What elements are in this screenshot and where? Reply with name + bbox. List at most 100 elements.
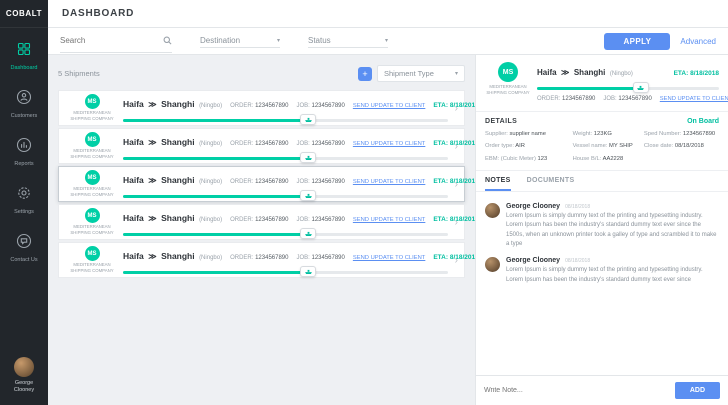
sidebar-user[interactable]: George Clooney bbox=[0, 349, 48, 405]
order-label: ORDER: bbox=[230, 141, 254, 147]
field-value: AIR bbox=[515, 143, 525, 150]
sidebar-item-dashboard[interactable]: Dashboard bbox=[0, 32, 48, 80]
eta-value: 8/18/2018 bbox=[449, 178, 475, 185]
chevron-right-icon: › bbox=[454, 178, 458, 190]
shipment-info: Haifa ≫ Shanghi (Ningbo) ORDER: 12345678… bbox=[119, 208, 475, 239]
shipment-detail-panel: MS Mediterranean Shipping Company Haifa … bbox=[475, 55, 728, 405]
job-value: 1234567890 bbox=[311, 141, 345, 147]
field-label: House B/L: bbox=[572, 155, 602, 162]
field-label: Close date: bbox=[643, 143, 674, 150]
shipment-card[interactable]: MS Mediterranean Shipping Company Haifa … bbox=[58, 242, 475, 278]
shipment-type-select[interactable]: Shipment Type ▾ bbox=[377, 65, 465, 82]
shipment-progress bbox=[123, 114, 448, 125]
progress-fill bbox=[123, 271, 309, 274]
apply-button[interactable]: APPLY bbox=[604, 32, 671, 50]
ship-icon bbox=[632, 82, 649, 93]
sidebar-item-reports[interactable]: Reports bbox=[0, 128, 48, 176]
note-timestamp: 08/18/2018 bbox=[565, 204, 591, 211]
add-note-button[interactable]: ADD bbox=[674, 382, 720, 399]
shipment-company: MS Mediterranean Shipping Company bbox=[65, 170, 119, 198]
destination-city: Shanghi bbox=[161, 213, 195, 223]
sidebar-nav: Dashboard Customers Reports Settings Con… bbox=[0, 32, 48, 272]
search-box[interactable] bbox=[60, 30, 172, 53]
list-header: 5 Shipments + Shipment Type ▾ bbox=[58, 65, 465, 82]
detail-field: Vessel name: MY SHIP bbox=[573, 142, 638, 150]
company-avatar: MS bbox=[84, 208, 100, 224]
ship-icon bbox=[300, 114, 317, 125]
route: Haifa ≫ Shanghi (Ningbo) bbox=[123, 170, 222, 188]
field-value: supplier name bbox=[509, 131, 546, 137]
order-value: 1234567890 bbox=[255, 255, 289, 261]
shipment-card[interactable]: MS Mediterranean Shipping Company Haifa … bbox=[58, 90, 475, 126]
eta-value: 8/18/2018 bbox=[449, 254, 475, 261]
detail-field: Close date: 08/18/2018 bbox=[644, 142, 719, 150]
order-label: ORDER: bbox=[230, 255, 254, 261]
chevron-right-icon: › bbox=[454, 102, 458, 114]
progress-fill bbox=[123, 233, 309, 236]
send-update-link[interactable]: SEND UPDATE TO CLIENT bbox=[660, 96, 728, 102]
eta-label: ETA: bbox=[433, 254, 449, 261]
origin-city: Haifa bbox=[123, 99, 144, 109]
status-select[interactable]: Status ▾ bbox=[308, 34, 388, 48]
order-number: ORDER: 1234567890 bbox=[230, 179, 288, 185]
user-avatar bbox=[14, 356, 34, 377]
sidebar-item-customers[interactable]: Customers bbox=[0, 80, 48, 128]
shipment-card[interactable]: MS Mediterranean Shipping Company Haifa … bbox=[58, 204, 475, 240]
sidebar-item-label: Reports bbox=[14, 161, 34, 167]
company-name: Mediterranean Shipping Company bbox=[70, 110, 114, 121]
shipment-card[interactable]: MS Mediterranean Shipping Company Haifa … bbox=[58, 166, 475, 202]
ship-icon bbox=[300, 152, 317, 163]
details-section: DETAILS On Board Supplier: supplier name… bbox=[476, 112, 728, 172]
company-avatar: MS bbox=[498, 62, 518, 82]
order-number: ORDER: 1234567890 bbox=[230, 103, 288, 109]
eta-value: 8/18/2018 bbox=[690, 70, 719, 77]
tab-documents[interactable]: DOCUMENTS bbox=[527, 171, 575, 191]
filter-bar: Destination ▾ Status ▾ APPLY Advanced bbox=[48, 28, 728, 55]
job-number: JOB: 1234567890 bbox=[296, 103, 344, 109]
destination-city: Shanghi bbox=[161, 175, 195, 185]
job-label: JOB: bbox=[603, 96, 617, 102]
sidebar-item-settings[interactable]: Settings bbox=[0, 176, 48, 224]
detail-field: EBM: (Cubic Meter) 123 bbox=[485, 155, 567, 163]
chevron-right-icon: › bbox=[454, 216, 458, 228]
field-label: Vessel name: bbox=[572, 143, 608, 150]
progress-fill bbox=[123, 195, 309, 198]
shipment-company: MS Mediterranean Shipping Company bbox=[65, 132, 119, 160]
note-author-avatar bbox=[485, 257, 500, 273]
company-name: Mediterranean Shipping Company bbox=[70, 224, 114, 235]
ship-icon bbox=[300, 266, 317, 277]
send-update-link[interactable]: SEND UPDATE TO CLIENT bbox=[353, 103, 425, 109]
route: Haifa ≫ Shanghi (Ningbo) bbox=[537, 62, 633, 80]
main-area: DASHBOARD Destination ▾ Status ▾ APPLY A… bbox=[48, 0, 728, 405]
shipment-info: Haifa ≫ Shanghi (Ningbo) ORDER: 12345678… bbox=[119, 246, 475, 277]
tab-notes[interactable]: NOTES bbox=[485, 171, 511, 192]
reports-icon bbox=[16, 137, 32, 158]
origin-city: Haifa bbox=[123, 213, 144, 223]
detail-summary: Haifa ≫ Shanghi (Ningbo) ETA: 8/18/2018 bbox=[537, 62, 728, 102]
search-input[interactable] bbox=[60, 36, 159, 45]
send-update-link[interactable]: SEND UPDATE TO CLIENT bbox=[353, 179, 425, 185]
search-icon bbox=[163, 32, 172, 50]
send-update-link[interactable]: SEND UPDATE TO CLIENT bbox=[353, 141, 425, 147]
send-update-link[interactable]: SEND UPDATE TO CLIENT bbox=[353, 255, 425, 261]
send-update-link[interactable]: SEND UPDATE TO CLIENT bbox=[353, 217, 425, 223]
destination-select[interactable]: Destination ▾ bbox=[200, 34, 280, 48]
field-value: AA2228 bbox=[602, 155, 624, 162]
field-label: EBM: (Cubic Meter) bbox=[485, 155, 536, 162]
shipment-company: MS Mediterranean Shipping Company bbox=[65, 208, 119, 236]
sidebar-item-contact-us[interactable]: Contact Us bbox=[0, 224, 48, 272]
add-shipment-button[interactable]: + bbox=[358, 66, 372, 81]
shipment-progress bbox=[537, 82, 719, 93]
route-arrow-icon: ≫ bbox=[148, 252, 157, 261]
sidebar: COBALT Dashboard Customers Reports Setti… bbox=[0, 0, 48, 405]
note-input[interactable] bbox=[484, 387, 669, 394]
destination-subcity: (Ningbo) bbox=[609, 71, 633, 77]
shipment-card[interactable]: MS Mediterranean Shipping Company Haifa … bbox=[58, 128, 475, 164]
content-area: 5 Shipments + Shipment Type ▾ MS MEDITER… bbox=[48, 55, 728, 405]
notes-list: George Clooney 08/18/2018 Lorem Ipsum is… bbox=[476, 192, 728, 375]
page-title: DASHBOARD bbox=[62, 8, 135, 19]
shipments-list-panel: 5 Shipments + Shipment Type ▾ MS MEDITER… bbox=[48, 55, 475, 405]
advanced-link[interactable]: Advanced bbox=[680, 37, 716, 46]
job-number: JOB: 1234567890 bbox=[603, 96, 651, 102]
order-value: 1234567890 bbox=[255, 217, 289, 223]
